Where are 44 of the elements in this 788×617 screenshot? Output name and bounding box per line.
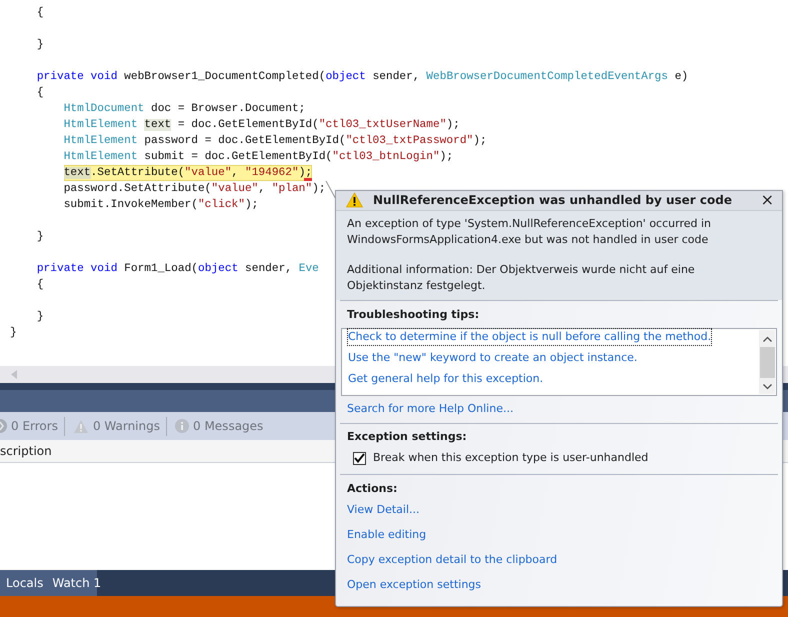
- message-text: An exception of type 'System.NullReferenceException' occurred in WindowsFormsApplication4.exe but was not handled in user code: [347, 216, 712, 248]
- tab[interactable]: Locals: [6, 576, 44, 590]
- code-line: }: [36, 230, 44, 245]
- section-heading: Troubleshooting tips:: [347, 306, 480, 323]
- code-line: HtmlElement submit = doc.GetElementById("ctl03_btnLogin");: [64, 150, 454, 165]
- filter-button[interactable]: 0 Errors: [11, 419, 58, 433]
- popup-title: NullReferenceException was unhandled by user code: [373, 193, 733, 208]
- section-heading: Exception settings:: [347, 429, 467, 446]
- code-line: }: [10, 326, 17, 341]
- tip-link[interactable]: Get general help for this exception.: [348, 370, 544, 387]
- message-text: Additional information: Der Objektverweis wurde nicht auf eine Objektinstanz festgelegt.: [347, 262, 696, 294]
- warning-icon: [72, 418, 89, 434]
- warning-icon: [346, 192, 363, 208]
- code-line: private void Form1_Load(object sender, Eve: [36, 262, 319, 277]
- action-link[interactable]: View Detail...: [347, 502, 420, 518]
- info-icon: [175, 419, 189, 433]
- scroll-down-icon: [762, 384, 772, 390]
- filter-button[interactable]: 0 Warnings: [92, 419, 160, 433]
- code-line: private void webBrowser1_DocumentCompleted(object sender, WebBrowserDocumentCompletedEventArgs e): [36, 70, 688, 85]
- column-title: scription: [0, 444, 52, 458]
- code-line: {: [36, 278, 44, 293]
- code-line: HtmlDocument doc = Browser.Document;: [64, 102, 306, 117]
- scroll-up-icon: [762, 336, 772, 342]
- code-line: }: [36, 38, 44, 53]
- code-line: HtmlElement text = doc.GetElementById("ctl03_txtUserName");: [64, 118, 460, 133]
- action-link[interactable]: Enable editing: [347, 527, 426, 544]
- tip-link[interactable]: Use the "new" keyword to create an object instance.: [348, 350, 638, 366]
- checkbox[interactable]: [353, 452, 366, 465]
- action-link[interactable]: Copy exception detail to the clipboard: [347, 552, 558, 568]
- close-button[interactable]: ×: [758, 192, 776, 208]
- code-line: HtmlElement password = doc.GetElementById("ctl03_txtPassword");: [64, 134, 487, 149]
- code-line: submit.InvokeMember("click");: [64, 198, 258, 213]
- scrollbar[interactable]: [759, 330, 775, 394]
- section-heading: Actions:: [347, 481, 398, 498]
- filter-button[interactable]: 0 Messages: [193, 419, 264, 433]
- code-line: {: [36, 6, 44, 21]
- tab[interactable]: Watch 1: [52, 576, 102, 590]
- action-link[interactable]: Open exception settings: [347, 577, 481, 594]
- help-link[interactable]: Search for more Help Online...: [347, 400, 514, 417]
- tip-link[interactable]: Check to determine if the object is null before calling the method.: [348, 328, 712, 345]
- code-line: password.SetAttribute("value", "plan");: [64, 182, 326, 197]
- code-line: {: [36, 86, 44, 101]
- checkbox-label: Break when this exception type is user-unhandled: [373, 450, 648, 466]
- code-line: }: [36, 310, 44, 325]
